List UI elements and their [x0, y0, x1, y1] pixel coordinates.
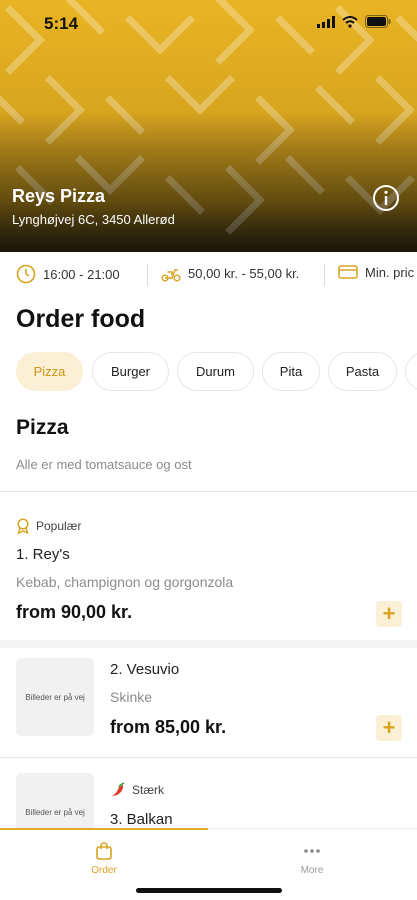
page-title: Order food	[16, 305, 146, 333]
battery-icon	[365, 15, 391, 28]
category-chip-pita[interactable]: Pita	[262, 352, 320, 391]
product-price: from 85,00 kr.	[110, 717, 227, 737]
section-subtitle: Alle er med tomatsauce og ost	[16, 457, 192, 472]
status-bar: 5:14	[0, 0, 417, 46]
product-description: Skinke	[110, 689, 153, 705]
product-image-placeholder: Billeder er på vej	[16, 658, 94, 736]
add-button[interactable]: +	[376, 715, 402, 741]
category-chip-pasta[interactable]: Pasta	[328, 352, 397, 391]
tab-indicator	[0, 828, 208, 830]
status-time: 5:14	[44, 14, 79, 33]
add-button[interactable]: +	[376, 601, 402, 627]
popular-badge: Populær	[16, 518, 81, 534]
home-indicator	[136, 888, 282, 893]
section-title: Pizza	[16, 416, 69, 439]
signal-icon	[317, 15, 335, 28]
card-icon	[338, 265, 358, 279]
clock-icon	[16, 264, 36, 284]
product-name: 2. Vesuvio	[110, 661, 180, 678]
restaurant-info-strip: 16:00 - 21:00 50,00 kr. - 55,00 kr. Min.…	[0, 256, 417, 294]
restaurant-name: Reys Pizza	[12, 186, 106, 206]
product-price: from 90,00 kr.	[16, 602, 133, 622]
opening-hours: 16:00 - 21:00	[16, 264, 120, 284]
min-price: Min. pric	[338, 264, 414, 280]
category-chip-pizza[interactable]: Pizza	[16, 352, 83, 391]
product-name: 1. Rey's	[16, 546, 70, 563]
shopping-bag-icon	[96, 842, 112, 860]
product-description: Kebab, champignon og gorgonzola	[16, 574, 234, 590]
info-icon[interactable]	[372, 184, 400, 212]
restaurant-hero: 5:14 Reys Pizza Lynghøjvej 6C, 3450 Alle…	[0, 0, 417, 252]
scooter-icon	[161, 269, 181, 282]
restaurant-address: Lynghøjvej 6C, 3450 Allerød	[12, 212, 175, 227]
category-chip-burger[interactable]: Burger	[92, 352, 169, 391]
wifi-icon	[342, 15, 358, 28]
tab-order[interactable]: Order	[54, 841, 154, 876]
delivery-fee: 50,00 kr. - 55,00 kr.	[161, 264, 299, 282]
more-icon	[304, 849, 320, 853]
category-chip-next[interactable]	[405, 352, 417, 391]
chili-pepper-icon	[112, 782, 125, 796]
spicy-badge: Stærk	[110, 782, 164, 798]
tab-more[interactable]: More	[262, 841, 362, 876]
category-chips: Pizza Burger Durum Pita Pasta	[16, 352, 417, 392]
product-name: 3. Balkan	[110, 811, 173, 828]
category-chip-durum[interactable]: Durum	[177, 352, 254, 391]
award-icon	[17, 518, 29, 534]
